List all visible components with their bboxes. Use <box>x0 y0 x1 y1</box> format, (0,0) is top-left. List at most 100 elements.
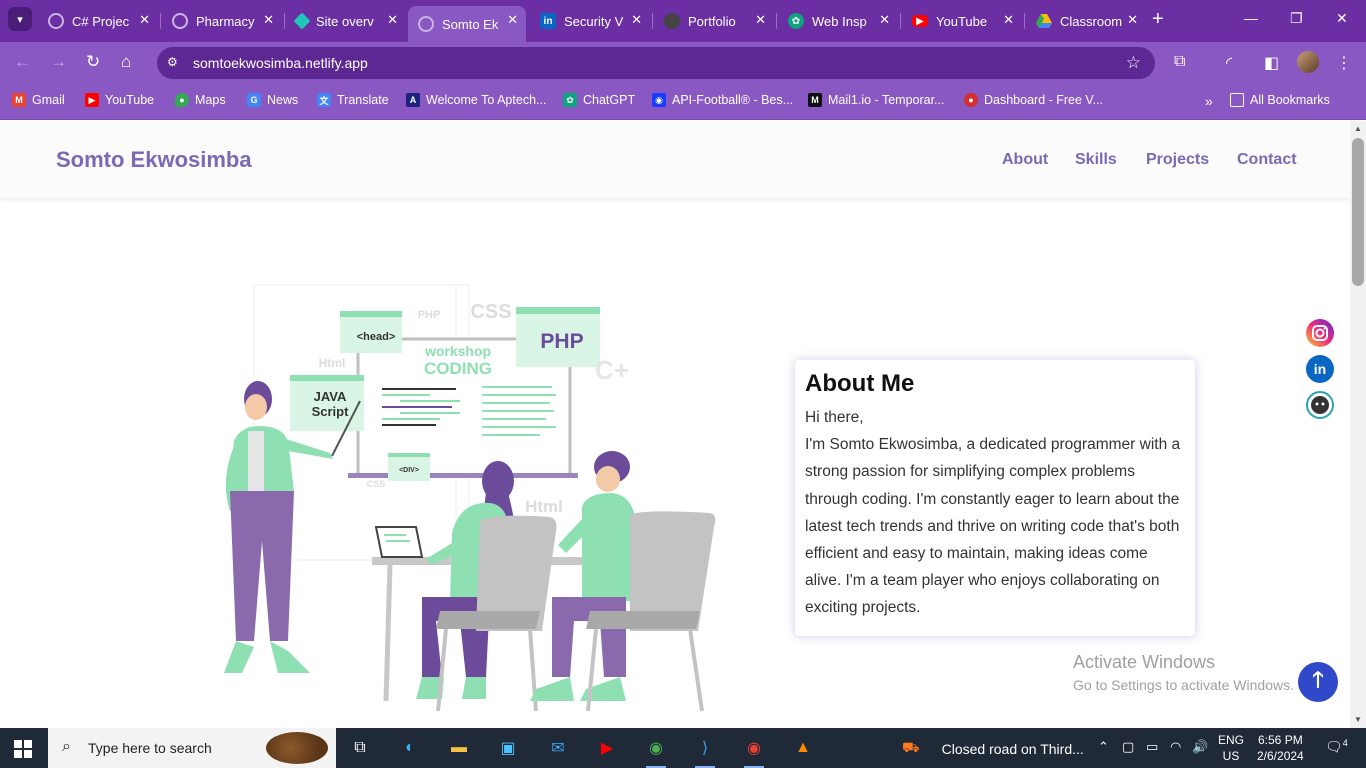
home-icon[interactable]: ⌂ <box>121 52 131 72</box>
bookmark-label: ChatGPT <box>583 93 636 107</box>
reload-icon[interactable]: ↻ <box>86 52 100 72</box>
nav-skills[interactable]: Skills <box>1075 151 1117 169</box>
close-icon[interactable]: ✕ <box>507 12 518 28</box>
tab-2[interactable]: Site overv ✕ <box>286 6 406 36</box>
meet-now-icon[interactable]: ▢ <box>1122 739 1134 755</box>
bookmark-mail1[interactable]: M Mail1.io - Temporar... <box>808 93 944 107</box>
scroll-to-top-button[interactable]: 🡑 <box>1298 662 1338 702</box>
restore-icon[interactable]: ❐ <box>1290 10 1303 27</box>
all-bookmarks-button[interactable]: All Bookmarks <box>1230 93 1330 107</box>
mail-icon[interactable]: ✉ <box>544 734 572 762</box>
back-icon[interactable]: ← <box>14 52 31 72</box>
bookmark-translate[interactable]: 文 Translate <box>317 93 389 107</box>
instagram-icon[interactable] <box>1306 319 1334 347</box>
bookmark-aptech[interactable]: A Welcome To Aptech... <box>406 93 546 107</box>
wifi-icon[interactable]: ◠ <box>1170 739 1181 755</box>
address-bar[interactable]: ⚙ somtoekwosimba.netlify.app ☆ <box>157 47 1155 79</box>
tab-title: Security V <box>564 13 624 29</box>
task-view-icon[interactable]: ⧉ <box>346 734 374 762</box>
scroll-down-arrow-icon[interactable]: ▼ <box>1354 715 1362 724</box>
youtube-app-icon[interactable]: ▶ <box>593 734 621 762</box>
youtube-icon: ▶ <box>85 93 99 107</box>
site-brand[interactable]: Somto Ekwosimba <box>56 147 252 173</box>
tab-0[interactable]: C# Projec ✕ <box>38 6 158 36</box>
close-icon[interactable]: ✕ <box>755 12 766 28</box>
illus-label-css-big: CSS <box>470 301 511 323</box>
volume-icon[interactable]: 🔊 <box>1192 739 1208 755</box>
tab-4[interactable]: in Security V ✕ <box>530 6 650 36</box>
taskbar-search[interactable]: ⌕ Type here to search <box>48 728 336 768</box>
tab-title: Site overv <box>316 13 374 29</box>
illus-label-html-big: Html <box>525 497 563 516</box>
aptech-icon: A <box>406 93 420 107</box>
close-icon[interactable]: ✕ <box>139 12 150 28</box>
close-icon[interactable]: ✕ <box>387 12 398 28</box>
battery-icon[interactable]: ▭ <box>1146 739 1158 755</box>
extensions-icon[interactable]: ⧉ <box>1174 53 1185 71</box>
page-scrollbar[interactable]: ▲ ▼ <box>1350 121 1366 728</box>
linkedin-icon[interactable]: in <box>1306 355 1334 383</box>
tab-title: Web Insp <box>812 13 867 29</box>
new-tab-button[interactable]: + <box>1152 9 1164 29</box>
tab-strip: ▾ C# Projec ✕ Pharmacy ✕ Site overv ✕ So… <box>0 0 1366 42</box>
profile-avatar[interactable] <box>1297 51 1319 73</box>
site-info-icon[interactable]: ⚙ <box>167 55 183 71</box>
forward-icon[interactable]: → <box>50 52 67 72</box>
edge-icon[interactable]: ◐ <box>396 734 424 762</box>
youtube-icon: ▶ <box>912 15 928 27</box>
vlc-icon[interactable]: ▲ <box>789 734 817 762</box>
tab-7[interactable]: ▶ YouTube ✕ <box>902 6 1022 36</box>
tab-5[interactable]: Portfolio ✕ <box>654 6 774 36</box>
bookmark-chatgpt[interactable]: ✿ ChatGPT <box>563 93 635 107</box>
window-close-icon[interactable]: ✕ <box>1336 10 1348 27</box>
bookmark-label: Translate <box>337 93 389 107</box>
file-explorer-icon[interactable]: ▬ <box>445 734 473 762</box>
minimize-icon[interactable]: — <box>1244 10 1258 26</box>
chrome-icon[interactable]: ◉ <box>642 734 670 768</box>
taskbar-clock[interactable]: 6:56 PM 2/6/2024 <box>1257 732 1304 764</box>
url-text[interactable]: somtoekwosimba.netlify.app <box>193 55 368 71</box>
close-icon[interactable]: ✕ <box>1003 12 1014 28</box>
bookmark-maps[interactable]: ● Maps <box>175 93 226 107</box>
menu-kebab-icon[interactable]: ⋮ <box>1336 53 1352 73</box>
illus-label-css-small: CSS <box>367 479 386 489</box>
bookmark-star-icon[interactable]: ☆ <box>1126 53 1141 73</box>
side-panel-icon[interactable]: ◧ <box>1264 53 1279 73</box>
tray-overflow-icon[interactable]: ⌃ <box>1098 739 1109 755</box>
taskbar-news-widget[interactable]: ⛟ Closed road on Third... <box>902 739 1084 758</box>
illus-label-html-small: Html <box>319 356 346 370</box>
close-icon[interactable]: ✕ <box>1127 12 1138 28</box>
tab-6[interactable]: ✿ Web Insp ✕ <box>778 6 898 36</box>
tab-separator <box>652 13 653 29</box>
chatgpt-icon: ✿ <box>563 93 577 107</box>
about-title: About Me <box>805 370 915 397</box>
bookmark-dashboard[interactable]: ● Dashboard - Free V... <box>964 93 1103 107</box>
lang-line-1: ENG <box>1218 733 1245 747</box>
close-icon[interactable]: ✕ <box>631 12 642 28</box>
nav-contact[interactable]: Contact <box>1237 151 1297 169</box>
tab-8[interactable]: Classroom ✕ <box>1026 6 1146 36</box>
github-icon[interactable] <box>1306 391 1334 419</box>
tab-1[interactable]: Pharmacy ✕ <box>162 6 282 36</box>
nav-about[interactable]: About <box>1002 151 1048 169</box>
bookmark-label: Mail1.io - Temporar... <box>828 93 945 107</box>
close-icon[interactable]: ✕ <box>263 12 274 28</box>
bookmark-youtube[interactable]: ▶ YouTube <box>85 93 154 107</box>
scroll-thumb[interactable] <box>1352 138 1364 286</box>
tab-3-active[interactable]: Somto Ek ✕ <box>408 6 526 42</box>
nav-projects[interactable]: Projects <box>1146 151 1209 169</box>
chrome-profile-icon[interactable]: ◉ <box>740 734 768 768</box>
vscode-icon[interactable]: ⟩ <box>691 734 719 768</box>
input-language[interactable]: ENG US <box>1218 732 1244 764</box>
tab-search-button[interactable]: ▾ <box>8 7 32 31</box>
scroll-up-arrow-icon[interactable]: ▲ <box>1354 124 1362 133</box>
lang-line-2: US <box>1222 749 1240 763</box>
bookmarks-overflow-icon[interactable]: » <box>1205 93 1213 109</box>
notifications-icon[interactable]: 🗨4 <box>1325 738 1348 756</box>
bookmark-news[interactable]: G News <box>247 93 298 107</box>
close-icon[interactable]: ✕ <box>879 12 890 28</box>
store-icon[interactable]: ▣ <box>494 734 522 762</box>
bookmark-api-football[interactable]: ◉ API-Football® - Bes... <box>652 93 793 107</box>
windows-start-icon[interactable] <box>14 740 32 758</box>
bookmark-gmail[interactable]: M Gmail <box>12 93 65 107</box>
